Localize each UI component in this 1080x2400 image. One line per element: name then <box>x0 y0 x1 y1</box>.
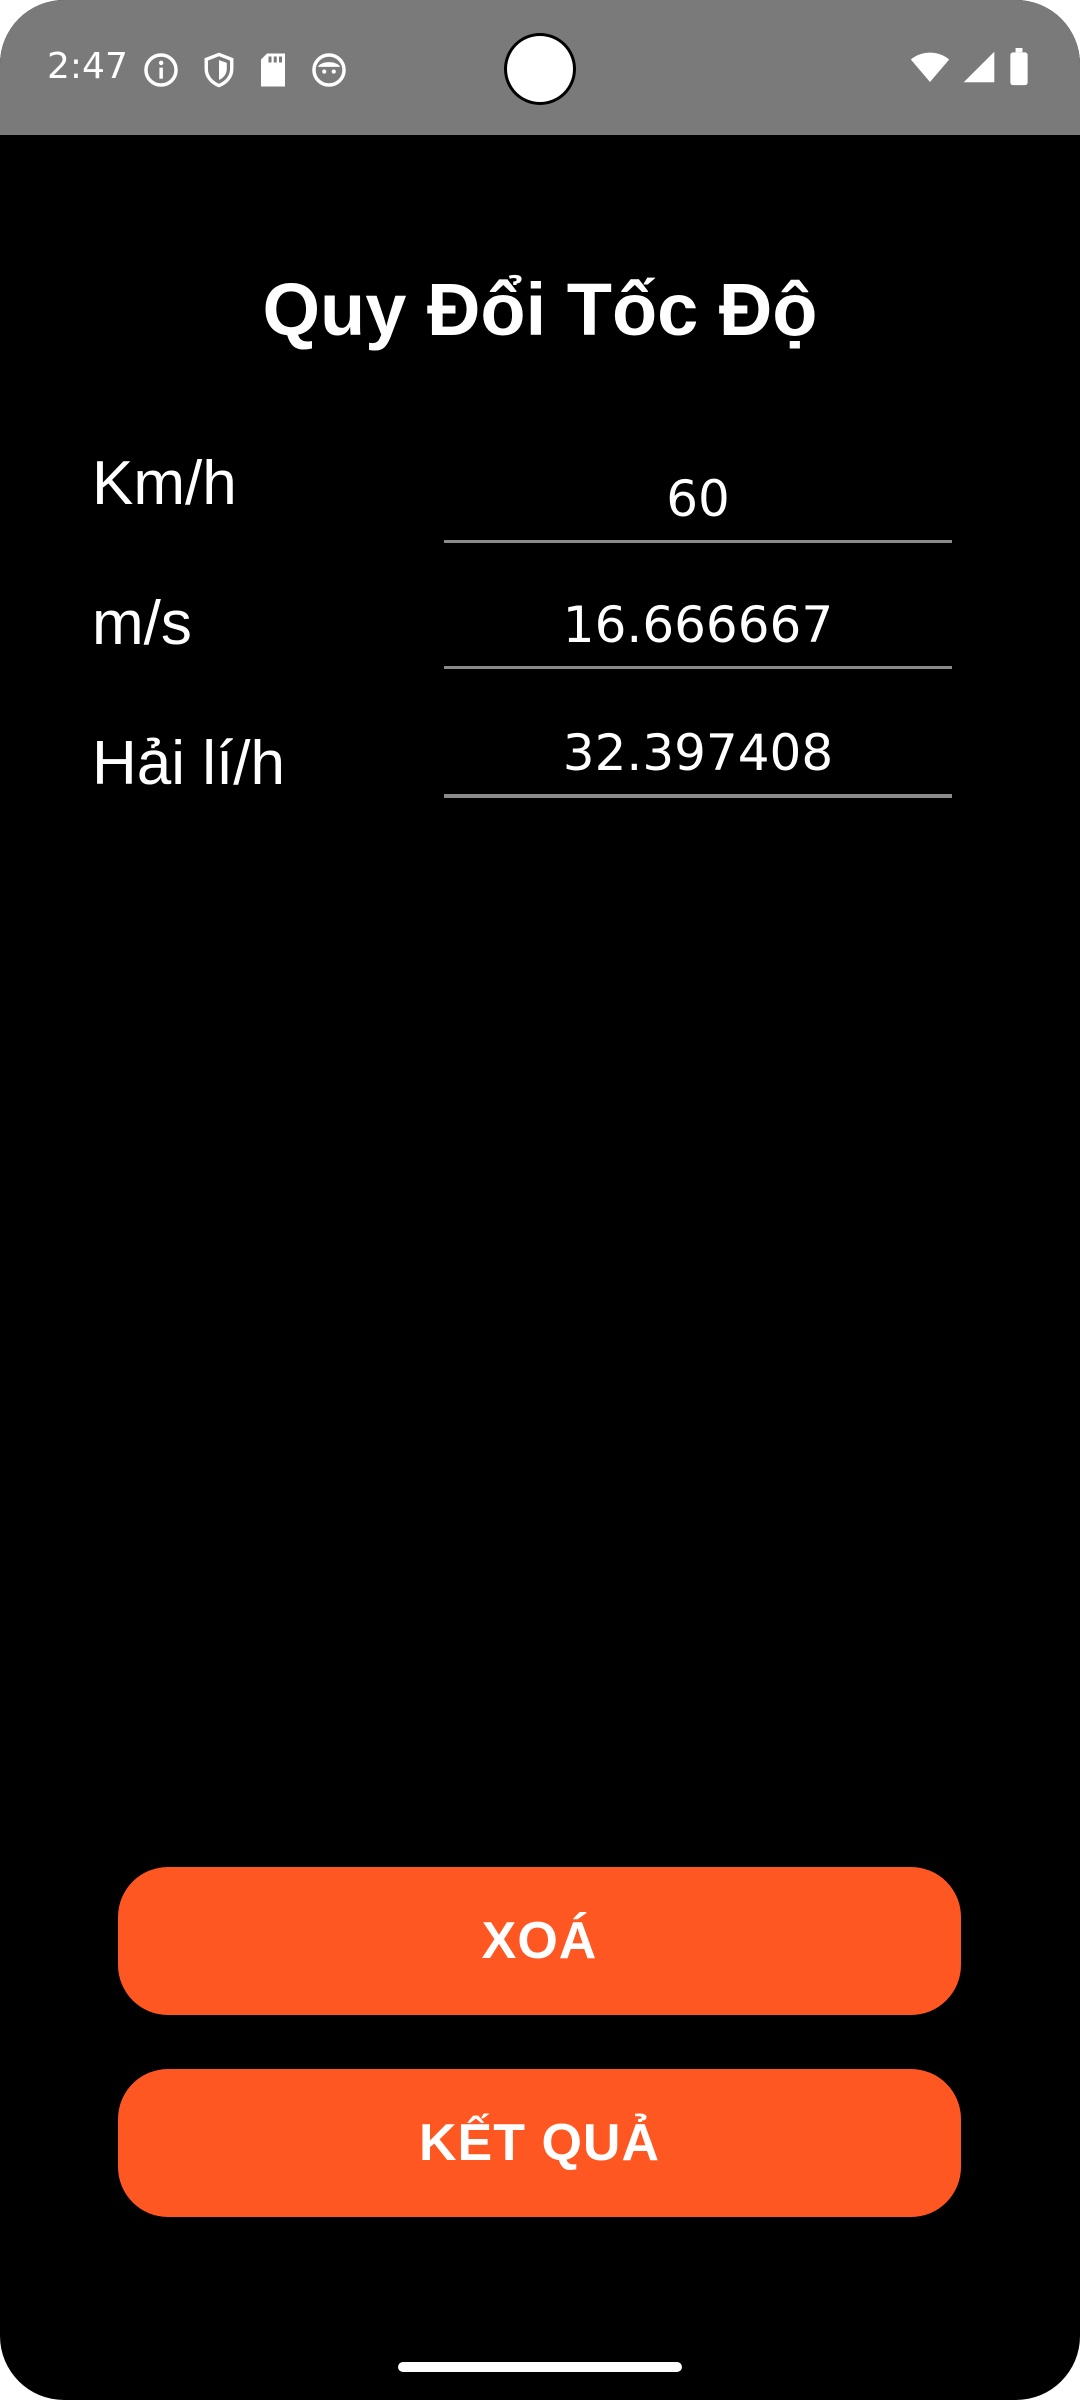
face-icon <box>310 51 348 89</box>
phone-screen: 2:47 Quy Đổi Tốc Độ Km/h 60 m/s 16.66666… <box>0 0 1080 2400</box>
page-title: Quy Đổi Tốc Độ <box>262 268 818 351</box>
row-label-knots: Hải lí/h <box>92 729 285 798</box>
battery-icon <box>1008 48 1030 86</box>
shield-icon <box>202 51 236 89</box>
row-knots: Hải lí/h <box>0 708 1080 818</box>
clear-button[interactable]: XOÁ <box>118 1867 961 2015</box>
row-label-ms: m/s <box>92 589 192 658</box>
info-icon <box>142 51 180 89</box>
wifi-icon <box>910 49 950 85</box>
sd-card-icon <box>258 52 288 88</box>
ms-input-underline <box>444 666 952 669</box>
camera-cutout <box>507 36 573 102</box>
cellular-signal-icon <box>962 49 996 85</box>
home-indicator[interactable] <box>398 2362 682 2372</box>
knots-input-underline <box>444 794 952 798</box>
row-ms: m/s <box>0 580 1080 690</box>
row-kmh: Km/h <box>0 440 1080 550</box>
status-time: 2:47 <box>47 46 128 87</box>
status-icons-right <box>910 48 1030 86</box>
status-bar: 2:47 <box>0 0 1080 135</box>
status-icons-left <box>142 50 348 90</box>
ms-input[interactable] <box>444 580 952 670</box>
result-button[interactable]: KẾT QUẢ <box>118 2069 961 2217</box>
row-label-kmh: Km/h <box>92 449 237 518</box>
kmh-input-underline <box>444 540 952 543</box>
kmh-input[interactable] <box>444 454 952 544</box>
knots-input[interactable] <box>444 708 952 798</box>
